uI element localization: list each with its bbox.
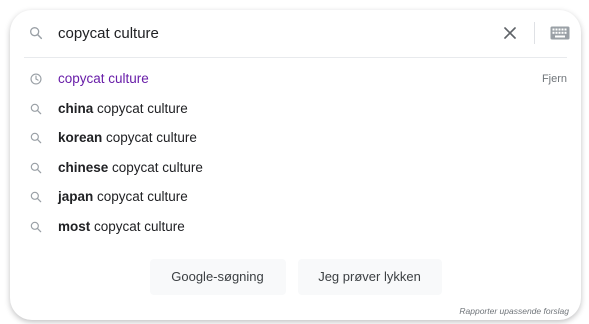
suggestion-text: china copycat culture — [58, 100, 188, 116]
search-buttons: Google-søgning Jeg prøver lykken — [10, 259, 581, 295]
report-suggestions-link[interactable]: Rapporter upassende forslag — [459, 306, 569, 316]
search-icon — [30, 132, 42, 144]
google-search-button[interactable]: Google-søgning — [149, 259, 286, 295]
remove-history-link[interactable]: Fjern — [542, 73, 567, 85]
search-icon — [30, 221, 42, 233]
suggestion-text: chinese copycat culture — [58, 159, 203, 175]
suggestion-item[interactable]: most copycat culture — [10, 213, 581, 243]
suggestion-list: copycat culture Fjern china copycat cult… — [10, 65, 581, 243]
keyboard-icon[interactable] — [550, 26, 570, 40]
suggestion-text: most copycat culture — [58, 218, 185, 234]
clock-icon — [30, 73, 42, 85]
feeling-lucky-button[interactable]: Jeg prøver lykken — [297, 259, 442, 295]
suggestion-text: japan copycat culture — [58, 189, 188, 205]
suggestions-divider — [24, 57, 567, 58]
search-bar — [10, 10, 581, 56]
suggestion-item[interactable]: chinese copycat culture — [10, 154, 581, 184]
search-suggestions-card: copycat culture Fjern china copycat cult… — [10, 10, 581, 320]
search-icon — [30, 103, 42, 114]
suggestion-item[interactable]: korean copycat culture — [10, 124, 581, 154]
search-input[interactable] — [58, 21, 478, 45]
suggestion-item-history[interactable]: copycat culture Fjern — [10, 65, 581, 95]
suggestion-item[interactable]: china copycat culture — [10, 95, 581, 125]
search-icon — [30, 192, 42, 203]
suggestion-text: korean copycat culture — [58, 130, 197, 146]
search-divider — [534, 22, 535, 44]
search-icon — [29, 26, 43, 40]
suggestion-item[interactable]: japan copycat culture — [10, 183, 581, 213]
suggestion-text: copycat culture — [58, 71, 149, 86]
close-icon[interactable] — [500, 23, 520, 43]
search-icon — [30, 162, 42, 174]
